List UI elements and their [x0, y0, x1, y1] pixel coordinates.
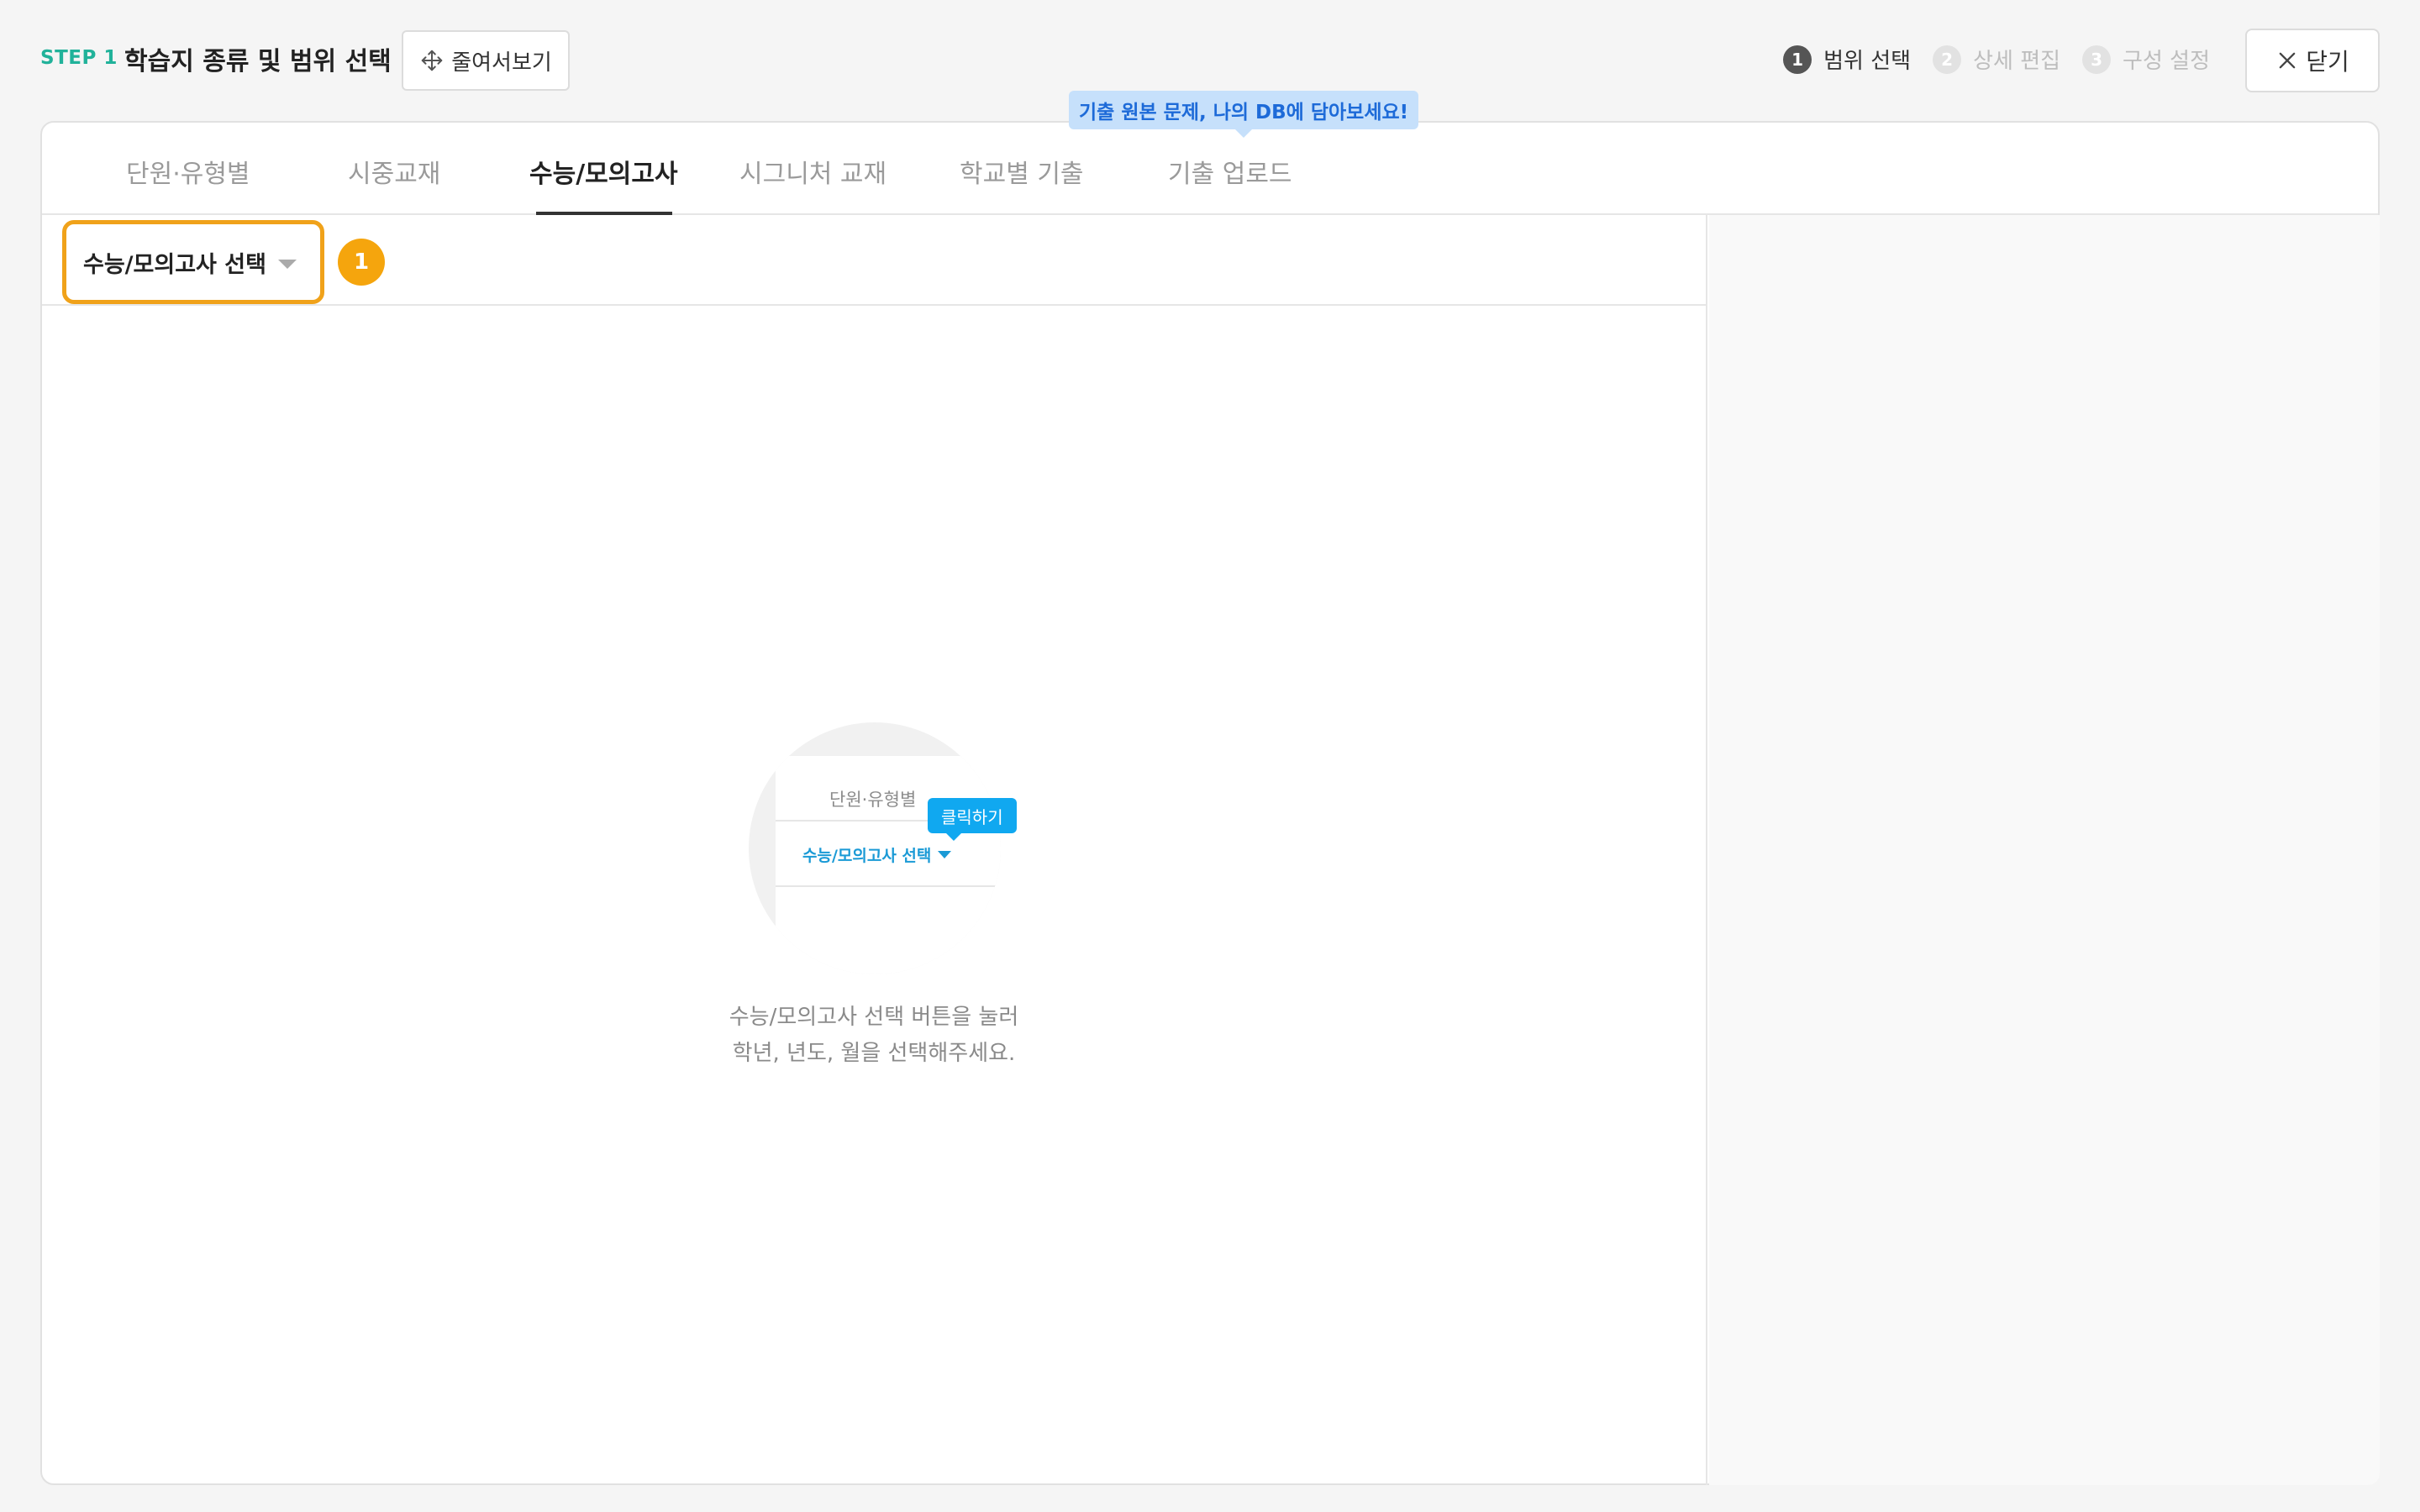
tab-csat-mock[interactable]: 수능/모의고사: [529, 153, 678, 190]
caret-down-icon: [277, 259, 297, 269]
filter-bar: 수능/모의고사 선택 1: [42, 215, 1706, 306]
step-1-number: 1: [1783, 45, 1812, 74]
compact-view-label: 줄여서보기: [451, 50, 552, 76]
csat-mock-select-button[interactable]: 수능/모의고사 선택: [62, 220, 324, 304]
tab-bar: 단원·유형별 시중교재 수능/모의고사 시그니처 교재 학교별 기출 기출 업로…: [42, 123, 2378, 215]
step-2-number: 2: [1933, 45, 1962, 74]
main-panel: 단원·유형별 시중교재 수능/모의고사 시그니처 교재 학교별 기출 기출 업로…: [40, 91, 2380, 1485]
tab-unit-type[interactable]: 단원·유형별: [126, 153, 250, 190]
step-1: 1 범위 선택: [1783, 44, 1911, 75]
close-icon: [2279, 52, 2296, 69]
empty-state-message: 수능/모의고사 선택 버튼을 눌러 학년, 년도, 월을 선택해주세요.: [622, 1000, 1126, 1072]
caret-down-icon: [938, 851, 952, 858]
step-indicator: 1 범위 선택 2 상세 편집 3 구성 설정: [1783, 44, 2210, 75]
step-3-number: 3: [2082, 45, 2112, 74]
side-area: [1709, 215, 2380, 1485]
exam-upload-tooltip: 기출 원본 문제, 나의 DB에 담아보세요!: [1069, 91, 1419, 138]
step-tag: STEP 1: [40, 47, 118, 69]
illustration-select: 수능/모의고사 선택: [802, 843, 952, 866]
move-arrows-icon: [421, 50, 443, 71]
csat-mock-select-label: 수능/모의고사 선택: [83, 251, 266, 278]
tab-exam-upload[interactable]: 기출 업로드: [1168, 153, 1292, 190]
tab-signature-textbook[interactable]: 시그니처 교재: [739, 153, 886, 190]
step-2-label: 상세 편집: [1973, 49, 2061, 74]
click-hint-tooltip: 클릭하기: [928, 798, 1017, 841]
empty-state-line-1: 수능/모의고사 선택 버튼을 눌러: [729, 1005, 1019, 1030]
step-2: 2 상세 편집: [1933, 44, 2060, 75]
step-3-label: 구성 설정: [2123, 49, 2210, 74]
illustration-select-label: 수능/모의고사 선택: [802, 847, 932, 865]
illustration-tab-label: 단원·유형별: [829, 790, 917, 810]
compact-view-button[interactable]: 줄여서보기: [402, 30, 570, 91]
empty-state-illustration: 단원·유형별 수능/모의고사 선택: [749, 722, 1001, 974]
illustration-card: 단원·유형별 수능/모의고사 선택: [776, 756, 1001, 974]
step-1-label: 범위 선택: [1823, 49, 1912, 74]
close-label: 닫기: [2306, 48, 2349, 76]
tab-market-textbook[interactable]: 시중교재: [348, 153, 440, 190]
guide-badge: 1: [338, 239, 385, 286]
empty-state-line-2: 학년, 년도, 월을 선택해주세요.: [732, 1041, 1016, 1066]
page-title: 학습지 종류 및 범위 선택: [124, 47, 392, 76]
close-button[interactable]: 닫기: [2245, 29, 2380, 92]
tab-school-exams[interactable]: 학교별 기출: [960, 153, 1084, 190]
step-3: 3 구성 설정: [2082, 44, 2210, 75]
